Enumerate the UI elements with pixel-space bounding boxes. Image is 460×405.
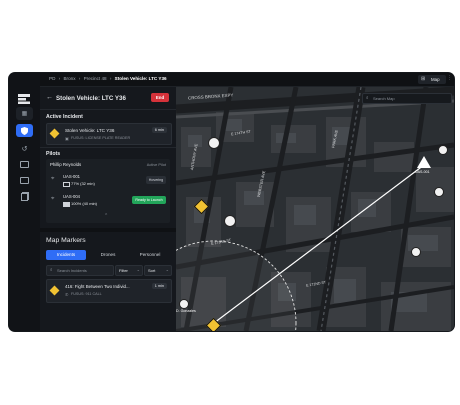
markers-tabs: Incidents Drones Personnel: [46, 250, 170, 260]
incident-title: Stolen Vehicle: LTC Y36: [65, 128, 115, 133]
tab-drones[interactable]: Drones: [88, 250, 128, 260]
map-markers-heading: Map Markers: [46, 237, 86, 244]
camera-icon: [20, 177, 29, 184]
breadcrumb-item[interactable]: PD: [49, 76, 55, 81]
breadcrumb-current: Stolen Vehicle: LTC Y36: [114, 76, 167, 81]
chevron-down-icon: ⌄: [165, 267, 169, 272]
tab-personnel[interactable]: Personnel: [130, 250, 170, 260]
uas-id: UAS-001: [63, 174, 80, 179]
drone-icon: ⌖: [51, 176, 55, 182]
uas-id: UAS-004: [63, 194, 80, 199]
filter-dropdown[interactable]: Filter ⌄: [115, 265, 143, 276]
uas-row[interactable]: ⌖ UAS-001 77% (32 min) Hovering: [46, 172, 170, 190]
rail-media-button[interactable]: [16, 158, 33, 171]
map-search-input[interactable]: ⌕ Search Map: [362, 93, 452, 104]
drone-label: UAS-001: [415, 170, 430, 174]
icon-rail: ▦ ↺: [9, 73, 41, 331]
incident-search-input[interactable]: ⌕ Search Incidents: [46, 265, 114, 276]
shield-icon: [21, 126, 28, 135]
building-icon: ▦: [21, 111, 28, 117]
copy-icon: [21, 192, 28, 201]
sort-dropdown[interactable]: Sort ⌄: [144, 265, 172, 276]
pilot-role: Active Pilot: [146, 162, 166, 167]
chevron-right-icon: ›: [78, 76, 81, 81]
rail-incidents-button[interactable]: [16, 124, 33, 137]
incident-item-title: 416: Fight Between Two Individ...: [65, 284, 130, 289]
battery-icon: [63, 182, 70, 187]
incident-item-source: FUSUS: 911 CALL: [71, 292, 102, 296]
person-label: D. Gonzales: [176, 309, 196, 313]
back-arrow-icon[interactable]: ←: [46, 94, 53, 101]
incident-panel: ← Stolen Vehicle: LTC Y36 End Active Inc…: [40, 87, 176, 331]
breadcrumb: PD › Bronx › Precinct 48 › Stolen Vehicl…: [49, 76, 167, 81]
rail-copy-button[interactable]: [16, 190, 33, 203]
map-icon: ⊞: [421, 76, 426, 82]
drone-icon: ⌖: [51, 196, 55, 202]
drone-marker[interactable]: [417, 155, 431, 168]
satellite-map[interactable]: CROSS BRONX EXPY E 174TH ST WEBSTER AVE …: [176, 87, 454, 331]
tab-incidents[interactable]: Incidents: [46, 250, 86, 260]
pilot-name: Phillip Reynolds: [50, 162, 82, 167]
person-marker[interactable]: [434, 187, 444, 197]
drone-triangle-icon: [417, 156, 431, 168]
person-marker[interactable]: [438, 145, 448, 155]
chevron-right-icon: ›: [58, 76, 61, 81]
breadcrumb-item[interactable]: Precinct 48: [84, 76, 107, 81]
phone-icon: ✆: [65, 292, 69, 297]
incident-item-time: 1 min: [151, 283, 167, 289]
sort-label: Sort: [148, 268, 156, 273]
search-placeholder: Search Incidents: [57, 268, 87, 273]
pilot-card: Phillip Reynolds Active Pilot ⌖ UAS-001 …: [46, 159, 170, 223]
map-imagery: [176, 87, 454, 331]
incident-marker[interactable]: [224, 215, 236, 227]
uas-battery: 100% (40 min): [71, 201, 98, 206]
battery-icon: [63, 202, 70, 207]
divider: [40, 147, 176, 148]
panel-title: Stolen Vehicle: LTC Y36: [56, 95, 126, 102]
incident-time: 6 min: [151, 127, 167, 133]
search-icon: ⌕: [366, 95, 369, 100]
incident-marker[interactable]: [208, 137, 220, 149]
app-logo: [18, 91, 30, 104]
org-switcher-button[interactable]: ▦: [16, 107, 33, 120]
filter-label: Filter: [119, 268, 128, 273]
pilots-heading: Pilots: [46, 151, 61, 157]
menu-dots-icon[interactable]: ⋮: [447, 75, 452, 81]
app-window: ▦ ↺ PD › Bronx › Precinct 48 › Stolen Ve…: [9, 73, 454, 331]
incident-list-item[interactable]: 416: Fight Between Two Individ... 1 min …: [46, 279, 172, 303]
person-marker[interactable]: [179, 299, 189, 309]
rail-camera-button[interactable]: [16, 174, 33, 187]
camera-icon: ▣: [65, 136, 69, 141]
chevron-up-icon[interactable]: ⌃: [104, 213, 108, 219]
incident-source: FUSUS: LICENSE PLATE READER: [71, 136, 131, 140]
warning-diamond-icon: [49, 285, 60, 296]
uas-row[interactable]: ⌖ UAS-004 100% (40 min) Ready to Launch: [46, 192, 170, 210]
active-incident-heading: Active Incident: [46, 114, 83, 120]
uas-status-badge: Ready to Launch: [132, 196, 166, 204]
chevron-right-icon: ›: [109, 76, 112, 81]
person-marker[interactable]: [411, 247, 421, 257]
map-toggle-label: Map: [431, 77, 440, 82]
warning-diamond-icon: [49, 128, 60, 139]
map-toggle-button[interactable]: ⊞ Map: [418, 75, 446, 84]
history-icon: ↺: [21, 145, 28, 153]
rail-history-button[interactable]: ↺: [16, 142, 33, 155]
uas-status-badge: Hovering: [146, 176, 166, 184]
top-bar: PD › Bronx › Precinct 48 › Stolen Vehicl…: [40, 73, 454, 87]
map-search-placeholder: Search Map: [373, 96, 395, 101]
search-icon: ⌕: [50, 267, 53, 272]
end-incident-button[interactable]: End: [151, 93, 169, 102]
active-incident-card[interactable]: Stolen Vehicle: LTC Y36 6 min ▣ FUSUS: L…: [46, 123, 172, 145]
divider: [40, 109, 176, 110]
breadcrumb-item[interactable]: Bronx: [63, 76, 75, 81]
section-divider: [40, 228, 176, 232]
uas-battery: 77% (32 min): [71, 181, 95, 186]
image-icon: [20, 161, 29, 168]
chevron-down-icon: ⌄: [136, 267, 140, 272]
